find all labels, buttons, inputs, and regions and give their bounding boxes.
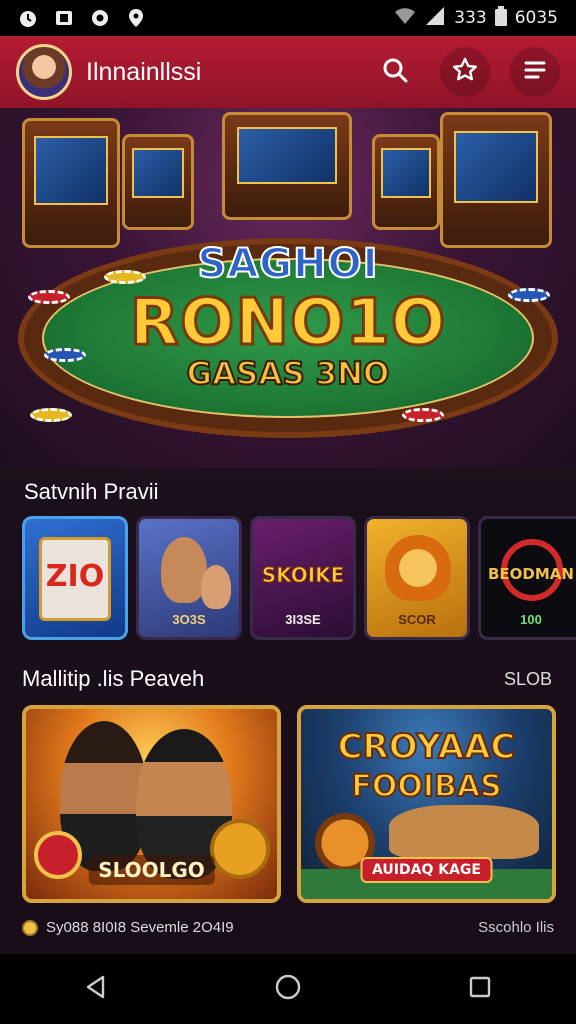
game-card-title: ZIO: [45, 559, 105, 594]
recents-button[interactable]: [450, 959, 510, 1019]
game-card-sub: 3I3SE: [285, 612, 321, 627]
system-nav-bar: [0, 954, 576, 1024]
hero-title-1: SAGHOI: [197, 240, 379, 288]
battery-icon: [494, 5, 507, 31]
chip-stack: [402, 408, 444, 422]
menu-icon: [523, 59, 547, 86]
promo-card-label: SLOOLGO: [88, 855, 215, 885]
game-card-art: [385, 535, 451, 601]
status-bar: 333 6035: [0, 0, 576, 36]
section-title-featured: Satvnih Pravii: [24, 479, 159, 504]
promo-card-art: [34, 831, 82, 879]
hero-title-2: RONO1O: [128, 285, 447, 362]
game-card[interactable]: 3O3S: [136, 516, 242, 640]
promo-row: SLOOLGO CROYAAC FOOIBAS AUIDAQ KAGE: [22, 705, 556, 903]
signal-icon: [424, 6, 446, 31]
wifi-icon: [394, 7, 416, 30]
hero-title-3: GASAS 3NO: [186, 355, 391, 393]
promo-card[interactable]: SLOOLGO: [22, 705, 281, 903]
app-bar: Ilnnainllssi: [0, 36, 576, 108]
home-button[interactable]: [258, 959, 318, 1019]
section-title-promos: Mallitip .lis Peaveh: [22, 666, 205, 691]
promo-card-headline-1: CROYAAC: [337, 726, 517, 768]
record-icon: [90, 8, 110, 28]
game-card[interactable]: SKOIKE 3I3SE: [250, 516, 356, 640]
game-card[interactable]: ZIO: [22, 516, 128, 640]
promo-card-label: AUIDAQ KAGE: [360, 857, 493, 883]
search-button[interactable]: [370, 47, 420, 97]
game-card-sub: 100: [520, 612, 542, 627]
chip-stack: [30, 408, 72, 422]
screen: 333 6035 Ilnnainllssi SAGHOI RONO1O GASA…: [0, 0, 576, 1024]
slot-machine: [122, 134, 194, 230]
see-all-link[interactable]: SLOB: [504, 669, 552, 690]
status-time: 6035: [514, 8, 558, 28]
photo-icon: [54, 8, 74, 28]
slot-machine: [372, 134, 440, 230]
game-card-art: [201, 565, 231, 609]
footer-left-text: Sy088 8I0I8 Sevemle 2O4I9: [46, 919, 234, 936]
star-icon: [451, 56, 479, 89]
game-card-title: BEODMAN: [488, 565, 574, 583]
promo-card-art: [389, 805, 539, 859]
footer-info: Sy088 8I0I8 Sevemle 2O4I9: [22, 919, 234, 936]
signal-text: 333: [454, 8, 487, 28]
menu-button[interactable]: [510, 47, 560, 97]
promo-card-art: [210, 819, 270, 879]
back-icon: [83, 974, 109, 1005]
status-left: [18, 8, 146, 28]
status-right: 333 6035: [394, 5, 558, 31]
promo-card[interactable]: CROYAAC FOOIBAS AUIDAQ KAGE: [297, 705, 556, 903]
slot-machine: [222, 112, 352, 220]
home-icon: [274, 973, 302, 1006]
back-button[interactable]: [66, 959, 126, 1019]
favorites-button[interactable]: [440, 47, 490, 97]
app-title: Ilnnainllssi: [86, 57, 202, 86]
coin-icon: [22, 919, 38, 936]
slot-machine: [440, 112, 552, 248]
game-card-title: SKOIKE: [261, 563, 345, 588]
recents-icon: [468, 975, 492, 1004]
game-card[interactable]: SCOR: [364, 516, 470, 640]
game-card-sub: 3O3S: [172, 612, 206, 627]
slot-machine: [22, 118, 120, 248]
game-card-sub: SCOR: [398, 612, 436, 627]
avatar[interactable]: [16, 44, 72, 100]
alarm-icon: [18, 8, 38, 28]
search-icon: [381, 56, 409, 89]
hero-banner[interactable]: SAGHOI RONO1O GASAS 3NO: [0, 108, 576, 468]
footer-right-text[interactable]: Sscohlo Ilis: [478, 919, 554, 936]
promo-card-headline-2: FOOIBAS: [350, 768, 502, 805]
game-card[interactable]: BEODMAN 100: [478, 516, 576, 640]
featured-games-row: ZIO 3O3S SKOIKE 3I3SE SCOR BEODMAN 100: [22, 516, 576, 640]
location-icon: [126, 8, 146, 28]
